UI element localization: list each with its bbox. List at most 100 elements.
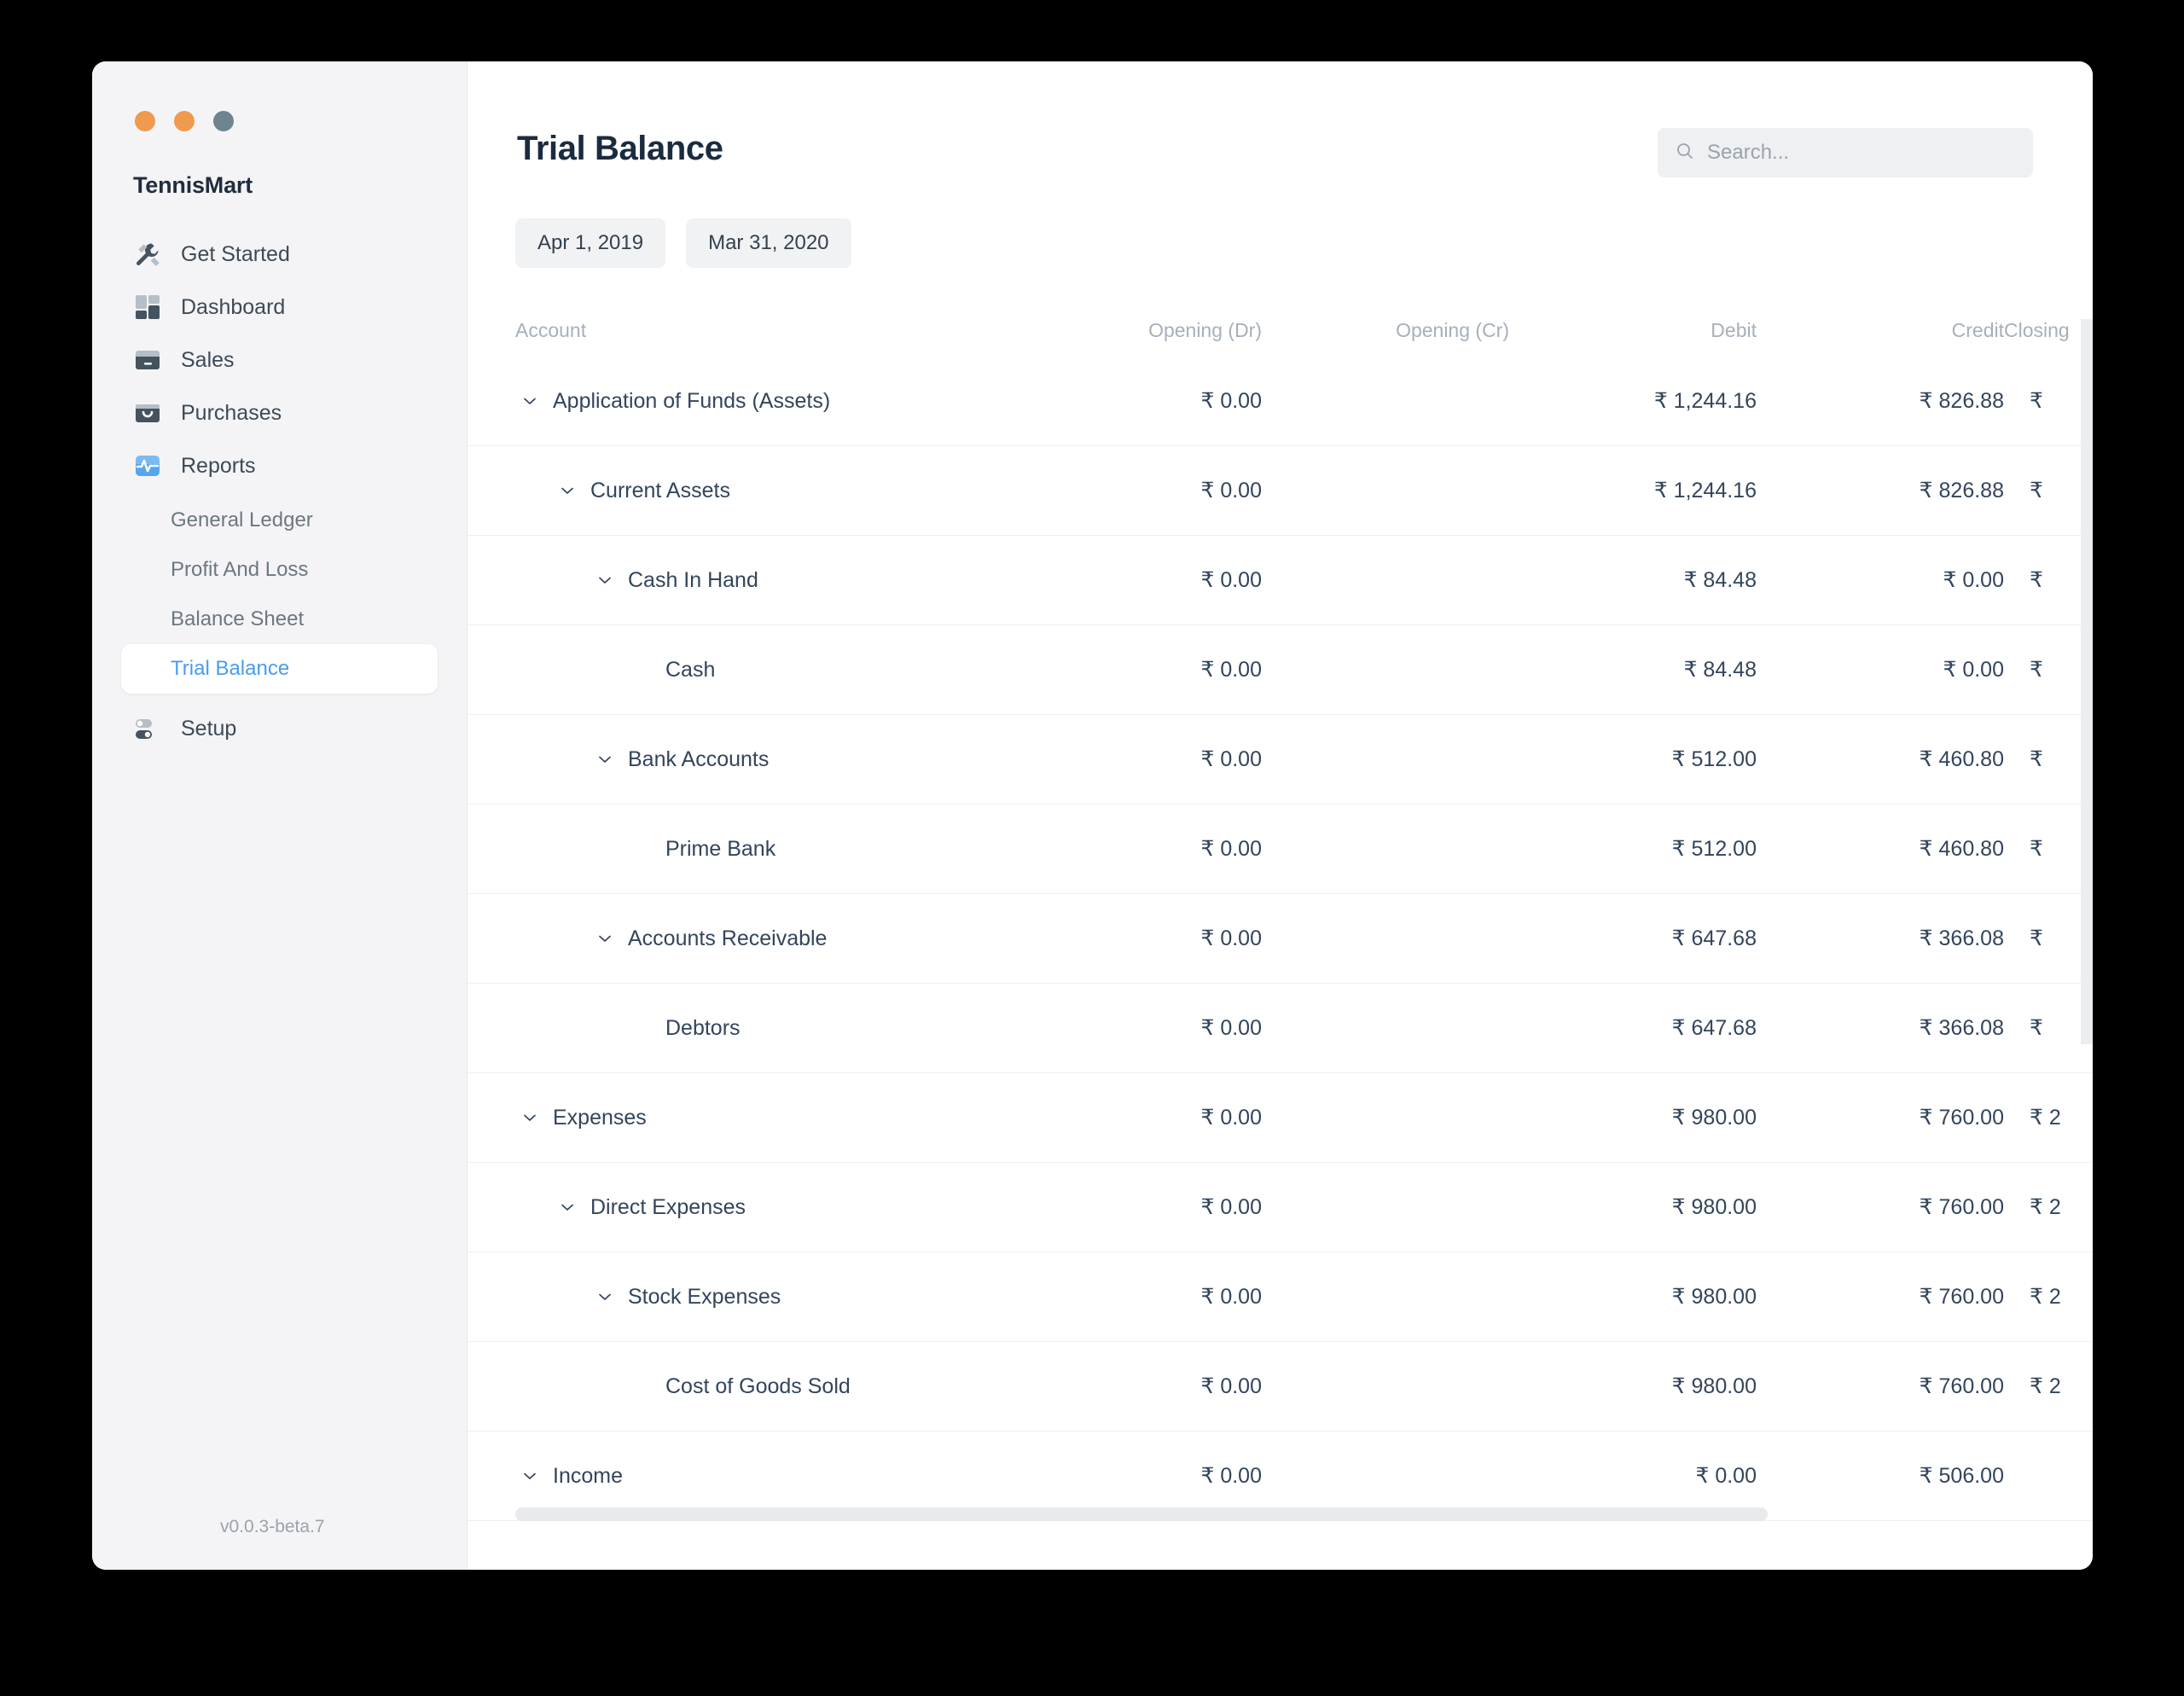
chevron-down-icon[interactable] [590, 571, 619, 590]
row-account-cell[interactable]: Current Assets [515, 479, 1006, 503]
row-debit: ₹ 1,244.16 [1653, 479, 1757, 502]
to-date-value: Mar 31, 2020 [708, 231, 829, 254]
column-header-account[interactable]: Account [515, 319, 1006, 342]
table-row[interactable]: Bank Accounts ₹ 0.00 ₹ 512.00 ₹ 460.80 ₹ [468, 715, 2093, 804]
table-row[interactable]: Prime Bank ₹ 0.00 ₹ 512.00 ₹ 460.80 ₹ [468, 804, 2093, 894]
table-row[interactable]: Stock Expenses ₹ 0.00 ₹ 980.00 ₹ 760.00 ₹ 2 [468, 1252, 2093, 1342]
row-account-cell[interactable]: Debtors [515, 1016, 1006, 1041]
column-header-opening-cr[interactable]: Opening (Cr) [1262, 319, 1509, 342]
chevron-down-icon [628, 839, 657, 858]
from-date-value: Apr 1, 2019 [537, 231, 644, 254]
row-credit: ₹ 460.80 [1919, 747, 2004, 771]
page-header: Trial Balance Search... [468, 61, 2093, 177]
sidebar-item-trial-balance[interactable]: Trial Balance [121, 644, 438, 694]
row-opening-dr: ₹ 0.00 [1200, 1464, 1262, 1488]
chevron-down-icon [628, 660, 657, 679]
row-account-cell[interactable]: Income [515, 1464, 1006, 1489]
row-account-cell[interactable]: Cash In Hand [515, 568, 1006, 593]
maximize-window-button[interactable] [213, 111, 234, 131]
minimize-window-button[interactable] [174, 111, 195, 131]
row-opening-dr: ₹ 0.00 [1200, 926, 1262, 950]
chevron-down-icon[interactable] [590, 929, 619, 948]
table-row[interactable]: Cash In Hand ₹ 0.00 ₹ 84.48 ₹ 0.00 ₹ [468, 536, 2093, 625]
row-opening-dr: ₹ 0.00 [1200, 747, 1262, 771]
chevron-down-icon[interactable] [590, 1287, 619, 1306]
dashboard-grid-icon [133, 293, 162, 322]
row-credit: ₹ 366.08 [1919, 926, 2004, 950]
chevron-down-icon[interactable] [515, 1108, 544, 1127]
sidebar-item-dashboard[interactable]: Dashboard [121, 281, 438, 334]
search-input[interactable]: Search... [1658, 128, 2033, 177]
wrench-icon [133, 240, 162, 269]
brand-name: TennisMart [133, 172, 253, 198]
row-credit: ₹ 506.00 [1919, 1464, 2004, 1488]
row-credit: ₹ 760.00 [1919, 1374, 2004, 1398]
column-header-credit[interactable]: Credit [1757, 319, 2004, 342]
row-account-cell[interactable]: Prime Bank [515, 837, 1006, 862]
row-credit: ₹ 826.88 [1919, 389, 2004, 413]
to-date-filter[interactable]: Mar 31, 2020 [686, 218, 851, 268]
row-account-cell[interactable]: Application of Funds (Assets) [515, 389, 1006, 414]
row-account-cell[interactable]: Cash [515, 658, 1006, 682]
sidebar-item-label: Setup [181, 716, 237, 741]
column-header-opening-dr[interactable]: Opening (Dr) [1006, 319, 1262, 342]
bag-icon [133, 398, 162, 427]
vertical-scrollbar[interactable] [2081, 319, 2093, 1044]
row-debit: ₹ 980.00 [1671, 1285, 1757, 1309]
column-header-closing[interactable]: Closing [2004, 319, 2093, 342]
sidebar-item-profit-and-loss[interactable]: Profit And Loss [121, 545, 438, 595]
table-row[interactable]: Expenses ₹ 0.00 ₹ 980.00 ₹ 760.00 ₹ 2 [468, 1073, 2093, 1163]
horizontal-scrollbar[interactable] [515, 1507, 1768, 1521]
sidebar-item-setup[interactable]: Setup [121, 702, 438, 755]
reports-subnav: General Ledger Profit And Loss Balance S… [92, 496, 467, 694]
row-closing: ₹ 2 [2030, 1374, 2061, 1398]
chevron-down-icon[interactable] [590, 750, 619, 769]
search-icon [1675, 141, 1695, 166]
sidebar-item-general-ledger[interactable]: General Ledger [121, 496, 438, 545]
sidebar-item-balance-sheet[interactable]: Balance Sheet [121, 595, 438, 644]
from-date-filter[interactable]: Apr 1, 2019 [515, 218, 666, 268]
row-credit: ₹ 760.00 [1919, 1106, 2004, 1130]
row-credit: ₹ 366.08 [1919, 1016, 2004, 1040]
table-row[interactable]: Debtors ₹ 0.00 ₹ 647.68 ₹ 366.08 ₹ [468, 984, 2093, 1073]
row-account-label: Cost of Goods Sold [665, 1374, 851, 1398]
row-account-cell[interactable]: Cost of Goods Sold [515, 1374, 1006, 1399]
chevron-down-icon[interactable] [515, 392, 544, 410]
sidebar-item-reports[interactable]: Reports [121, 439, 438, 492]
row-debit: ₹ 0.00 [1695, 1464, 1757, 1488]
table-row[interactable]: Application of Funds (Assets) ₹ 0.00 ₹ 1,2… [468, 357, 2093, 446]
row-closing: ₹ [2030, 837, 2043, 861]
table-row[interactable]: Accounts Receivable ₹ 0.00 ₹ 647.68 ₹ 366.0… [468, 894, 2093, 984]
row-account-cell[interactable]: Bank Accounts [515, 747, 1006, 772]
chevron-down-icon[interactable] [515, 1467, 544, 1485]
row-closing: ₹ [2030, 479, 2043, 502]
row-account-label: Prime Bank [665, 836, 776, 861]
chevron-down-icon[interactable] [553, 1198, 582, 1217]
chevron-down-icon [628, 1377, 657, 1396]
row-debit: ₹ 980.00 [1671, 1374, 1757, 1398]
subnav-item-label: General Ledger [171, 508, 313, 531]
row-account-label: Application of Funds (Assets) [553, 388, 831, 413]
column-header-debit[interactable]: Debit [1509, 319, 1757, 342]
close-window-button[interactable] [135, 111, 155, 131]
sidebar-item-purchases[interactable]: Purchases [121, 386, 438, 439]
row-account-cell[interactable]: Accounts Receivable [515, 926, 1006, 951]
chevron-down-icon[interactable] [553, 481, 582, 500]
row-opening-dr: ₹ 0.00 [1200, 1374, 1262, 1398]
main-content: Trial Balance Search... Apr 1, 2019 Mar … [468, 61, 2093, 1570]
row-account-cell[interactable]: Expenses [515, 1106, 1006, 1130]
app-window: TennisMart Get Started Dashboard Sales P… [92, 61, 2093, 1570]
table-row[interactable]: Current Assets ₹ 0.00 ₹ 1,244.16 ₹ 826.88 ₹ [468, 446, 2093, 536]
row-opening-dr: ₹ 0.00 [1200, 568, 1262, 592]
table-row[interactable]: Cost of Goods Sold ₹ 0.00 ₹ 980.00 ₹ 760.00… [468, 1342, 2093, 1432]
sidebar-item-sales[interactable]: Sales [121, 334, 438, 386]
row-account-cell[interactable]: Stock Expenses [515, 1285, 1006, 1310]
row-debit: ₹ 980.00 [1671, 1106, 1757, 1130]
table-row[interactable]: Cash ₹ 0.00 ₹ 84.48 ₹ 0.00 ₹ [468, 625, 2093, 715]
table-row[interactable]: Direct Expenses ₹ 0.00 ₹ 980.00 ₹ 760.00 ₹ 2 [468, 1163, 2093, 1252]
row-account-label: Direct Expenses [590, 1194, 746, 1219]
row-opening-dr: ₹ 0.00 [1200, 1016, 1262, 1040]
sidebar-item-get-started[interactable]: Get Started [121, 228, 438, 281]
row-account-cell[interactable]: Direct Expenses [515, 1195, 1006, 1220]
row-opening-dr: ₹ 0.00 [1200, 389, 1262, 413]
